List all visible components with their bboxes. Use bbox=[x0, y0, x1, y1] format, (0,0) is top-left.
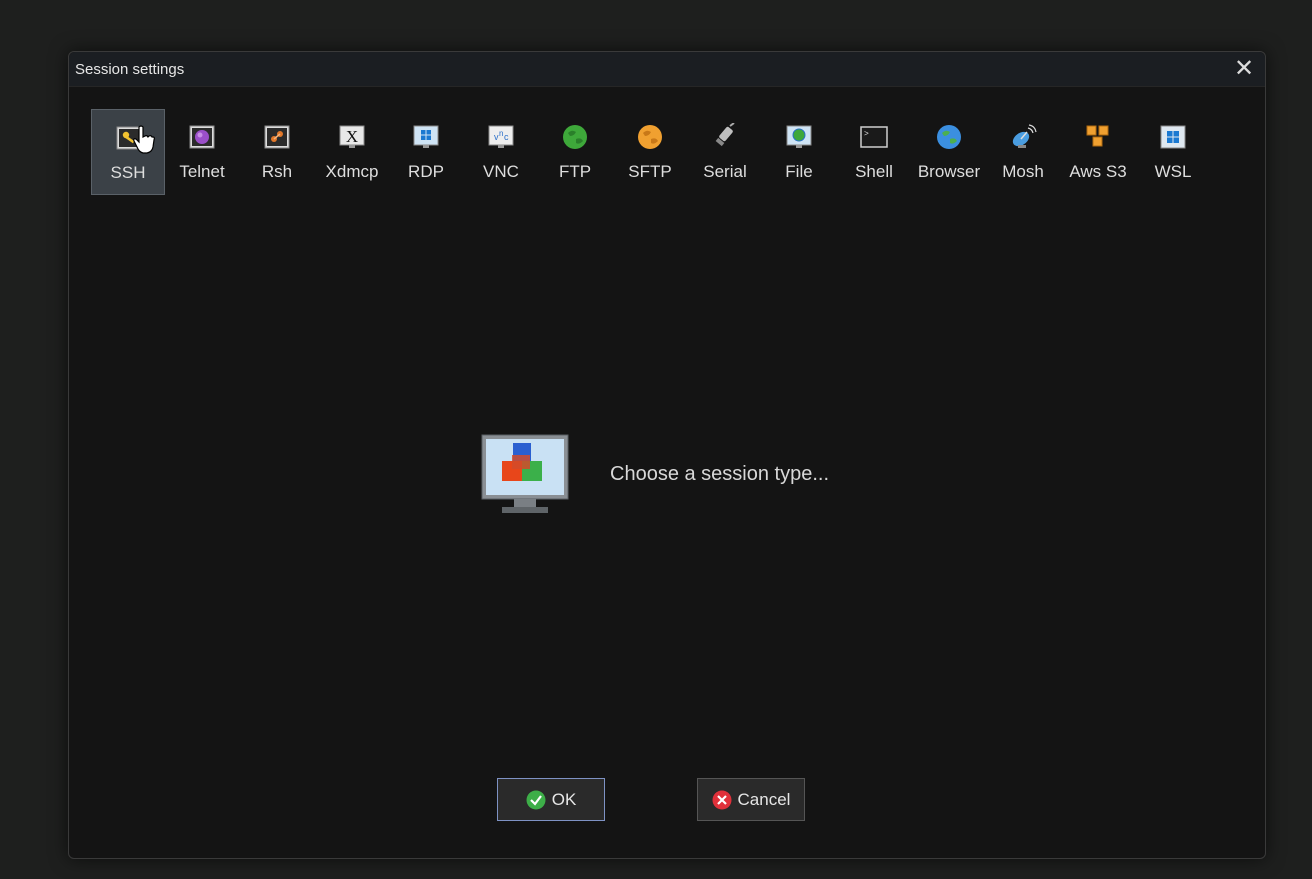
session-type-wsl[interactable]: WSL bbox=[1136, 109, 1210, 195]
rsh-icon bbox=[264, 125, 290, 149]
rdp-icon bbox=[413, 125, 439, 148]
session-type-rdp[interactable]: RDP bbox=[389, 109, 463, 195]
session-type-label: SSH bbox=[110, 163, 146, 182]
window-title: Session settings bbox=[75, 61, 185, 78]
session-type-aws-s3[interactable]: Aws S3 bbox=[1061, 109, 1135, 195]
session-type-label: RDP bbox=[408, 162, 444, 181]
session-type-ftp[interactable]: FTP bbox=[538, 109, 612, 195]
session-type-mosh[interactable]: Mosh bbox=[986, 109, 1060, 195]
hand-cursor-icon bbox=[133, 125, 155, 154]
cancel-button[interactable]: Cancel bbox=[697, 778, 805, 821]
session-type-file[interactable]: File bbox=[762, 109, 836, 195]
session-type-label: Shell bbox=[855, 162, 893, 181]
session-settings-dialog: Session settings ✕ SSH Telnet Rsh X Xdmc… bbox=[68, 51, 1266, 859]
svg-text:X: X bbox=[346, 127, 358, 146]
ok-button-label: OK bbox=[551, 789, 577, 809]
svg-text:c: c bbox=[504, 132, 509, 142]
title-bar[interactable]: Session settings ✕ bbox=[69, 52, 1265, 87]
session-type-sftp[interactable]: SFTP bbox=[613, 109, 687, 195]
sftp-globe-icon bbox=[638, 125, 662, 149]
file-icon bbox=[786, 125, 812, 148]
close-icon: ✕ bbox=[1233, 55, 1255, 82]
session-type-vnc[interactable]: v n c VNC bbox=[464, 109, 538, 195]
serial-plug-icon bbox=[715, 123, 735, 147]
session-type-label: WSL bbox=[1154, 162, 1192, 181]
close-button[interactable]: ✕ bbox=[1231, 56, 1257, 82]
session-type-label: Aws S3 bbox=[1069, 162, 1127, 181]
session-type-label: VNC bbox=[483, 162, 519, 181]
choose-session-prompt: Choose a session type... bbox=[610, 463, 830, 485]
wsl-windows-icon bbox=[1160, 125, 1186, 149]
cancel-button-label: Cancel bbox=[737, 789, 791, 809]
session-type-label: Serial bbox=[703, 162, 747, 181]
session-type-browser[interactable]: Browser bbox=[912, 109, 986, 195]
session-type-label: Xdmcp bbox=[325, 162, 379, 181]
ok-button[interactable]: OK bbox=[497, 778, 605, 821]
telnet-icon bbox=[189, 125, 215, 149]
browser-globe-icon bbox=[937, 125, 961, 149]
session-type-telnet[interactable]: Telnet bbox=[165, 109, 239, 195]
svg-text:>: > bbox=[864, 130, 869, 139]
session-type-label: Mosh bbox=[1002, 162, 1044, 181]
session-type-serial[interactable]: Serial bbox=[688, 109, 762, 195]
session-type-label: SFTP bbox=[628, 162, 672, 181]
ftp-globe-icon bbox=[563, 125, 587, 149]
mosh-satellite-icon bbox=[1012, 124, 1037, 148]
session-type-label: FTP bbox=[558, 162, 592, 181]
session-monitor-cubes-icon bbox=[481, 434, 569, 513]
shell-terminal-icon: > bbox=[860, 126, 888, 148]
session-type-label: Telnet bbox=[179, 162, 225, 181]
session-type-label: Rsh bbox=[261, 162, 293, 181]
session-type-xdmcp[interactable]: X Xdmcp bbox=[315, 109, 389, 195]
session-type-label: Browser bbox=[917, 162, 981, 181]
aws-s3-cubes-icon bbox=[1086, 125, 1109, 147]
check-icon bbox=[526, 790, 546, 809]
session-type-rsh[interactable]: Rsh bbox=[240, 109, 314, 195]
cancel-x-icon bbox=[712, 790, 732, 809]
session-type-shell[interactable]: > Shell bbox=[837, 109, 911, 195]
vnc-icon: v n c bbox=[488, 125, 514, 148]
svg-text:n: n bbox=[499, 129, 503, 138]
xdmcp-icon: X bbox=[339, 125, 365, 148]
session-type-label: File bbox=[785, 162, 813, 181]
